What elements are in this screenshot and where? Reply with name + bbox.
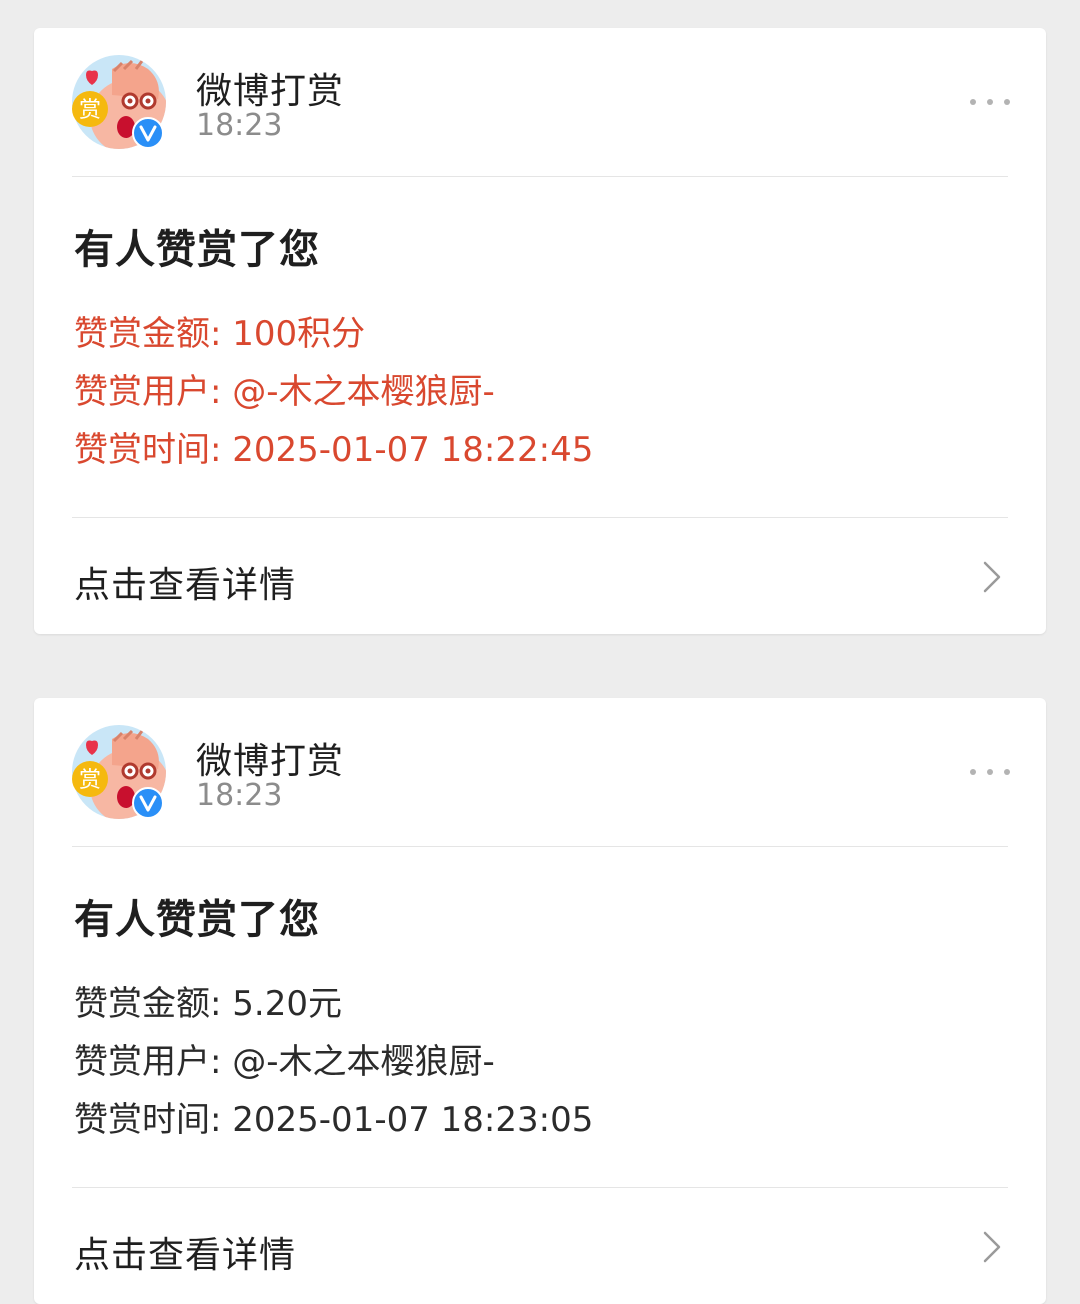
verified-badge-icon bbox=[132, 787, 164, 819]
reward-user: 赞赏用户: @-木之本樱狼厨- bbox=[74, 1042, 495, 1082]
chevron-right-icon bbox=[983, 1231, 1001, 1263]
message-title: 有人赞赏了您 bbox=[74, 897, 320, 943]
view-details-link[interactable]: 点击查看详情 bbox=[74, 556, 296, 608]
avatar-badge-text: 赏 bbox=[79, 98, 101, 123]
reward-amount: 赞赏金额: 5.20元 bbox=[74, 984, 342, 1024]
avatar[interactable]: 赏 bbox=[72, 725, 166, 819]
sender-name: 微博打赏 bbox=[196, 741, 345, 782]
view-details-row[interactable]: 点击查看详情 bbox=[34, 518, 1046, 634]
reward-time: 赞赏时间: 2025-01-07 18:23:05 bbox=[74, 1100, 594, 1140]
more-dots-icon[interactable] bbox=[970, 88, 1010, 116]
card-header: 赏 微博打赏 18:23 bbox=[34, 28, 1046, 176]
reward-notification-card[interactable]: 赏 微博打赏 18:23 有人赞赏了您 赞赏金额: 100积分 赞赏用户: @-… bbox=[34, 28, 1046, 634]
reward-amount: 赞赏金额: 100积分 bbox=[74, 314, 366, 354]
reward-time: 赞赏时间: 2025-01-07 18:22:45 bbox=[74, 430, 594, 470]
card-body: 有人赞赏了您 赞赏金额: 5.20元 赞赏用户: @-木之本樱狼厨- 赞赏时间:… bbox=[34, 847, 1046, 1187]
chevron-right-icon bbox=[983, 561, 1001, 593]
verified-badge-icon bbox=[132, 117, 164, 149]
avatar-badge-text: 赏 bbox=[79, 768, 101, 793]
reward-user: 赞赏用户: @-木之本樱狼厨- bbox=[74, 372, 495, 412]
sender-time: 18:23 bbox=[196, 778, 283, 813]
avatar[interactable]: 赏 bbox=[72, 55, 166, 149]
more-dots-icon[interactable] bbox=[970, 758, 1010, 786]
view-details-row[interactable]: 点击查看详情 bbox=[34, 1188, 1046, 1304]
reward-notification-card[interactable]: 赏 微博打赏 18:23 有人赞赏了您 赞赏金额: 5.20元 赞赏用户: @-… bbox=[34, 698, 1046, 1304]
message-title: 有人赞赏了您 bbox=[74, 227, 320, 273]
sender-name: 微博打赏 bbox=[196, 71, 345, 112]
view-details-link[interactable]: 点击查看详情 bbox=[74, 1226, 296, 1278]
sender-time: 18:23 bbox=[196, 108, 283, 143]
card-header: 赏 微博打赏 18:23 bbox=[34, 698, 1046, 846]
card-body: 有人赞赏了您 赞赏金额: 100积分 赞赏用户: @-木之本樱狼厨- 赞赏时间:… bbox=[34, 177, 1046, 517]
